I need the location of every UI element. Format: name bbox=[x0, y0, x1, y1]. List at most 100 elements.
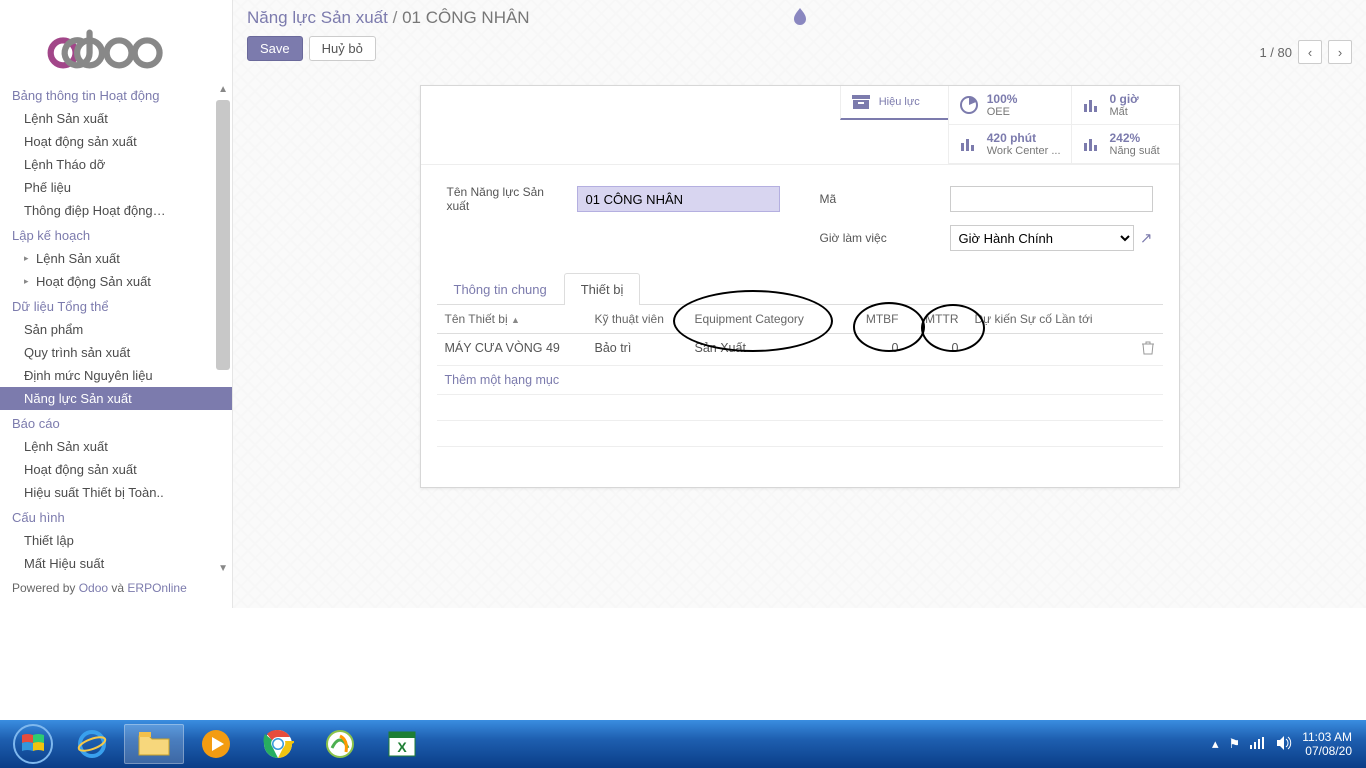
sidebar-item-mat-hieu-suat[interactable]: Mất Hiệu suất bbox=[0, 552, 232, 575]
trash-icon bbox=[1142, 341, 1154, 355]
sidebar-item-hoat-dong-san-xuat-2[interactable]: ▸ Hoạt động Sản xuất bbox=[0, 270, 232, 293]
taskbar-explorer[interactable] bbox=[124, 724, 184, 764]
powered-by: Powered by Odoo và ERPOnline bbox=[0, 575, 232, 601]
delete-row-button[interactable] bbox=[1133, 334, 1163, 365]
sidebar-item-label: Hoạt động Sản xuất bbox=[36, 274, 151, 289]
taskbar-excel[interactable]: X bbox=[372, 724, 432, 764]
section-config[interactable]: Cấu hình bbox=[0, 504, 232, 529]
section-dashboard[interactable]: Bảng thông tin Hoạt động bbox=[0, 82, 232, 107]
sidebar-item-report-oee[interactable]: Hiệu suất Thiết bị Toàn.. bbox=[0, 481, 232, 504]
select-working-hours[interactable]: Giờ Hành Chính bbox=[950, 225, 1134, 251]
table-row[interactable]: MÁY CƯA VÒNG 49 Bảo trì Sản Xuất 0 0 bbox=[437, 334, 1163, 366]
section-master-data[interactable]: Dữ liệu Tổng thể bbox=[0, 293, 232, 318]
pager-next-button[interactable]: › bbox=[1328, 40, 1352, 64]
stat-value: 242% bbox=[1110, 131, 1160, 145]
col-next-failure[interactable]: Dự kiến Sự cố Lần tới bbox=[967, 305, 1133, 333]
tray-flag-icon[interactable]: ⚑ bbox=[1229, 736, 1241, 752]
stat-oee[interactable]: 100%OEE bbox=[948, 86, 1071, 125]
erponline-link[interactable]: ERPOnline bbox=[127, 581, 186, 595]
form-sheet: Hiệu lực 100%OEE 420 phútWork Center ...… bbox=[420, 85, 1180, 488]
sidebar-item-hoat-dong-san-xuat-1[interactable]: Hoạt động sản xuất bbox=[0, 130, 232, 153]
tray-time: 11:03 AM bbox=[1302, 730, 1352, 744]
external-link-icon[interactable]: ↗ bbox=[1140, 229, 1153, 247]
sidebar-item-dinh-muc[interactable]: Định mức Nguyên liệu bbox=[0, 364, 232, 387]
sidebar-item-lenh-san-xuat-1[interactable]: Lệnh Sản xuất bbox=[0, 107, 232, 130]
stat-productivity[interactable]: 242%Năng suất bbox=[1071, 125, 1179, 164]
sidebar-item-quy-trinh[interactable]: Quy trình sản xuất bbox=[0, 341, 232, 364]
sidebar-item-thong-diep[interactable]: Thông điệp Hoạt động… bbox=[0, 199, 232, 222]
table-header: Tên Thiết bị ▲ Kỹ thuật viên Equipment C… bbox=[437, 305, 1163, 334]
input-name[interactable] bbox=[577, 186, 780, 212]
taskbar-coccoc[interactable] bbox=[310, 724, 370, 764]
bar-chart-icon bbox=[1082, 134, 1102, 154]
stat-value: 420 phút bbox=[987, 131, 1061, 145]
save-button[interactable]: Save bbox=[247, 36, 303, 61]
breadcrumb-parent[interactable]: Năng lực Sản xuất bbox=[247, 8, 388, 27]
col-category[interactable]: Equipment Category bbox=[687, 305, 847, 333]
section-report[interactable]: Báo cáo bbox=[0, 410, 232, 435]
stat-lost[interactable]: 0 giờMất bbox=[1071, 86, 1179, 125]
sidebar-item-report-hoat-dong[interactable]: Hoạt động sản xuất bbox=[0, 458, 232, 481]
tray-clock[interactable]: 11:03 AM07/08/20 bbox=[1302, 730, 1352, 758]
scroll-down-icon[interactable]: ▼ bbox=[218, 563, 228, 574]
section-planning[interactable]: Lập kế hoạch bbox=[0, 222, 232, 247]
sidebar-item-settings[interactable]: Thiết lập bbox=[0, 529, 232, 552]
col-name[interactable]: Tên Thiết bị ▲ bbox=[437, 305, 587, 333]
input-code[interactable] bbox=[950, 186, 1153, 212]
taskbar-ie[interactable] bbox=[62, 724, 122, 764]
taskbar-media[interactable] bbox=[186, 724, 246, 764]
form-grid: Tên Năng lực Sản xuất Mã Giờ làm việc Gi… bbox=[421, 165, 1179, 261]
tray-up-icon[interactable]: ▴ bbox=[1212, 736, 1219, 752]
stat-value: 0 giờ bbox=[1110, 92, 1139, 106]
bar-chart-icon bbox=[1082, 95, 1102, 115]
tab-equipment[interactable]: Thiết bị bbox=[564, 273, 641, 305]
stat-label: Hiệu lực bbox=[879, 96, 920, 108]
pager-prev-button[interactable]: ‹ bbox=[1298, 40, 1322, 64]
sidebar-item-label: Lệnh Sản xuất bbox=[36, 251, 120, 266]
sidebar-item-lenh-san-xuat-2[interactable]: ▸ Lệnh Sản xuất bbox=[0, 247, 232, 270]
tray-volume-icon[interactable] bbox=[1276, 736, 1292, 753]
tray-network-icon[interactable] bbox=[1250, 737, 1266, 752]
stat-workcenter-load[interactable]: 420 phútWork Center ... bbox=[948, 125, 1071, 164]
main-content: Năng lực Sản xuất / 01 CÔNG NHÂN Save Hu… bbox=[232, 0, 1366, 608]
archive-icon bbox=[851, 92, 871, 112]
pager: 1 / 80 ‹ › bbox=[1259, 40, 1352, 64]
topbar: Năng lực Sản xuất / 01 CÔNG NHÂN Save Hu… bbox=[233, 0, 1366, 69]
caret-right-icon: ▸ bbox=[24, 253, 32, 264]
sidebar: ▲ ▼ Bảng thông tin Hoạt động Lệnh Sản xu… bbox=[0, 0, 232, 608]
sidebar-item-report-lenh[interactable]: Lệnh Sản xuất bbox=[0, 435, 232, 458]
odoo-link[interactable]: Odoo bbox=[79, 581, 108, 595]
sidebar-item-lenh-thao-do[interactable]: Lệnh Tháo dỡ bbox=[0, 153, 232, 176]
breadcrumb: Năng lực Sản xuất / 01 CÔNG NHÂN bbox=[247, 8, 1352, 28]
col-mttr[interactable]: MTTR bbox=[907, 305, 967, 333]
logo[interactable] bbox=[0, 8, 232, 82]
sidebar-item-san-pham[interactable]: Sản phẩm bbox=[0, 318, 232, 341]
breadcrumb-current: 01 CÔNG NHÂN bbox=[402, 8, 530, 27]
sidebar-item-phe-lieu[interactable]: Phế liệu bbox=[0, 176, 232, 199]
taskbar-chrome[interactable] bbox=[248, 724, 308, 764]
tab-general[interactable]: Thông tin chung bbox=[437, 273, 564, 305]
scrollbar-thumb[interactable] bbox=[216, 100, 230, 370]
cell-mttr: 0 bbox=[907, 334, 967, 365]
tray-date: 07/08/20 bbox=[1302, 744, 1352, 758]
system-tray: ▴ ⚑ 11:03 AM07/08/20 bbox=[1212, 730, 1360, 758]
col-technician[interactable]: Kỹ thuật viên bbox=[587, 305, 687, 333]
caret-right-icon: ▸ bbox=[24, 276, 32, 287]
start-button[interactable] bbox=[6, 724, 60, 764]
stat-active[interactable]: Hiệu lực bbox=[840, 86, 948, 120]
sidebar-item-nang-luc[interactable]: Năng lực Sản xuất bbox=[0, 387, 232, 410]
svg-text:X: X bbox=[397, 739, 407, 755]
sort-asc-icon: ▲ bbox=[511, 315, 520, 325]
cell-mtbf: 0 bbox=[847, 334, 907, 365]
col-mtbf[interactable]: MTBF bbox=[847, 305, 907, 333]
cancel-button[interactable]: Huỷ bỏ bbox=[309, 36, 376, 61]
add-item-link[interactable]: Thêm một hạng mục bbox=[437, 366, 1163, 395]
cell-next bbox=[967, 334, 1133, 365]
windows-logo-icon bbox=[12, 723, 54, 765]
excel-icon: X bbox=[386, 728, 418, 760]
stat-label: OEE bbox=[987, 106, 1018, 118]
scroll-up-icon[interactable]: ▲ bbox=[218, 84, 228, 95]
pager-position: 1 / 80 bbox=[1259, 45, 1292, 60]
stat-buttons: Hiệu lực 100%OEE 420 phútWork Center ...… bbox=[421, 86, 1179, 165]
table-empty-row bbox=[437, 421, 1163, 447]
